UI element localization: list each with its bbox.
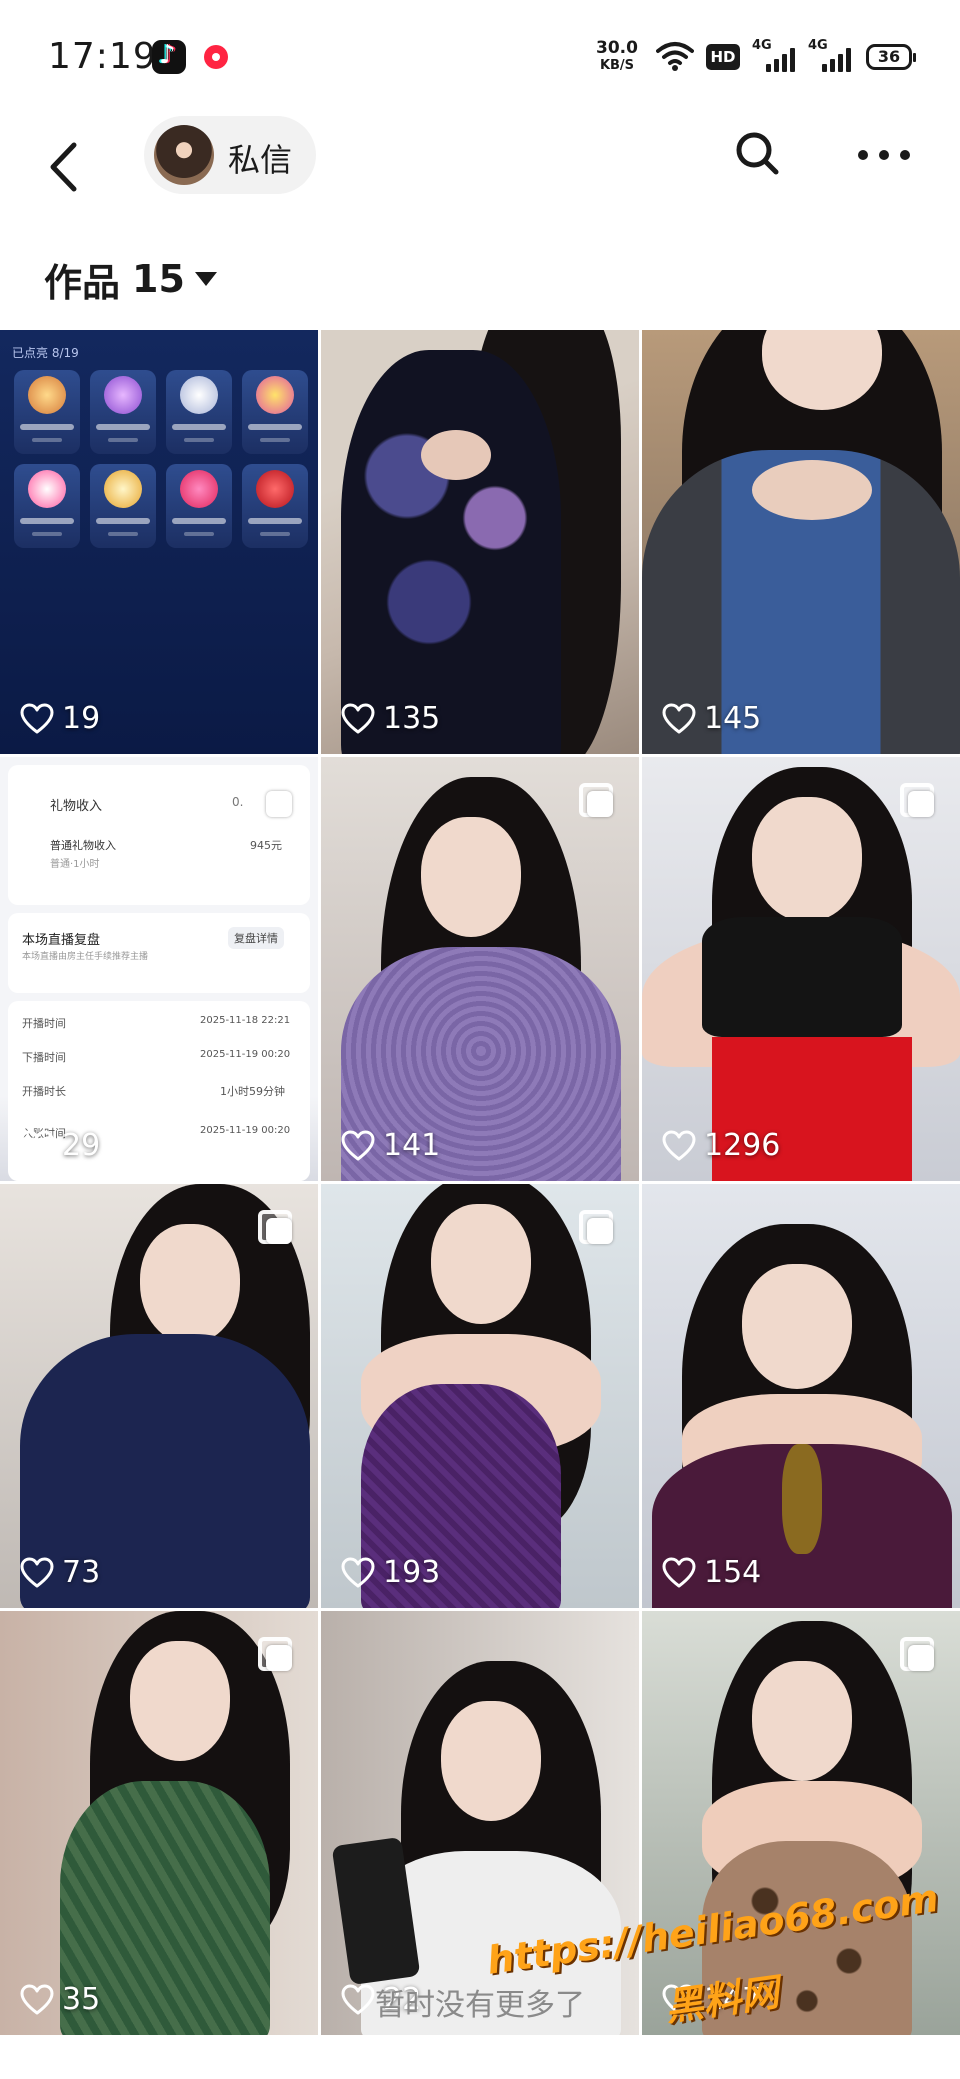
stats-row-label: 普通礼物收入: [50, 839, 116, 852]
like-count-row: 29: [20, 1128, 100, 1163]
like-count-row: 154: [662, 1555, 761, 1590]
multi-image-icon: [900, 1637, 936, 1673]
signal-icon: 4G: [808, 38, 852, 72]
gift-card: [166, 464, 232, 548]
stats-start-label: 开播时间: [22, 1017, 66, 1030]
status-time: 17:19: [48, 36, 157, 77]
stats-duration-label: 开播时长: [22, 1085, 66, 1098]
like-count-row: 145: [662, 701, 761, 736]
direct-message-button[interactable]: 私信: [144, 116, 316, 194]
video-tile[interactable]: 73: [0, 1184, 318, 1608]
stats-review-title: 本场直播复盘: [22, 933, 101, 948]
watermark-name: 黑料网: [662, 1969, 782, 2030]
heart-icon: [20, 1557, 54, 1587]
like-count: 29: [62, 1128, 101, 1163]
stats-enter-value: 2025-11-19 00:20: [200, 1125, 291, 1136]
stats-title-side: 0.: [232, 795, 244, 809]
like-count-row: 1296: [662, 1128, 780, 1163]
video-tile[interactable]: 193: [321, 1184, 639, 1608]
gift-card: [90, 464, 156, 548]
status-bar: 17:19 30.0 KB/S HD 4G 4G 36: [0, 0, 960, 112]
wifi-icon: [656, 42, 694, 71]
signal-icon: 4G: [752, 38, 796, 72]
battery-icon: 36: [866, 44, 916, 70]
gift-grid: [14, 370, 310, 548]
like-count-row: 141: [341, 1128, 440, 1163]
tiktok-icon: [152, 40, 186, 74]
video-tile[interactable]: 35: [0, 1611, 318, 2035]
stats-review-button: 复盘详情: [228, 927, 284, 949]
hd-voice-icon: HD: [706, 44, 740, 70]
stats-row-value: 945元: [250, 839, 282, 852]
stats-review-sub: 本场直播由房主任手续推荐主播: [22, 952, 149, 962]
video-tile[interactable]: 154: [642, 1184, 960, 1608]
video-tile[interactable]: 礼物收入 0. 普通礼物收入 945元 普通·1小时 本场直播复盘 本场直播由房…: [0, 757, 318, 1181]
heart-icon: [341, 1130, 375, 1160]
video-tile[interactable]: 145: [642, 330, 960, 754]
works-count: 15: [132, 257, 185, 301]
multi-image-icon: [258, 783, 294, 819]
heart-icon: [341, 703, 375, 733]
more-options-button[interactable]: [852, 126, 916, 182]
heart-icon: [20, 703, 54, 733]
stats-start-value: 2025-11-18 22:21: [200, 1015, 291, 1026]
red-circle-app-icon: [200, 40, 234, 74]
search-button[interactable]: [730, 126, 786, 182]
works-grid: 已点亮 8/19 19 135 145 礼物收入 0. 普通礼物收入 945元 …: [0, 330, 960, 2035]
video-tile[interactable]: 141: [321, 757, 639, 1181]
like-count-row: 135: [341, 701, 440, 736]
works-filter-dropdown[interactable]: 作品 15: [44, 252, 217, 306]
like-count-row: 73: [20, 1555, 100, 1590]
chevron-left-icon: [50, 142, 77, 192]
gift-collection-header: 已点亮 8/19: [12, 346, 79, 360]
like-count-row: 193: [341, 1555, 440, 1590]
back-button[interactable]: [40, 130, 94, 202]
multi-image-icon: [579, 1210, 615, 1246]
stats-row-sub: 普通·1小时: [50, 859, 100, 870]
like-count: 1296: [704, 1128, 781, 1163]
video-tile[interactable]: 135: [321, 330, 639, 754]
stats-end-value: 2025-11-19 00:20: [200, 1049, 291, 1060]
works-label: 作品: [44, 260, 121, 305]
like-count: 19: [62, 701, 101, 736]
network-speed: 30.0 KB/S: [592, 40, 642, 74]
video-tile[interactable]: 已点亮 8/19 19: [0, 330, 318, 754]
video-tile[interactable]: 1296: [642, 757, 960, 1181]
like-count: 135: [383, 701, 441, 736]
heart-icon: [662, 1557, 696, 1587]
like-count: 141: [383, 1128, 441, 1163]
direct-message-label: 私信: [228, 141, 293, 179]
like-count: 154: [704, 1555, 762, 1590]
stats-title: 礼物收入: [50, 799, 103, 814]
profile-header: 私信: [0, 112, 960, 248]
heart-icon: [20, 1130, 54, 1160]
multi-image-icon: [900, 783, 936, 819]
gift-card: [242, 370, 308, 454]
search-icon: [736, 132, 779, 175]
gift-card: [90, 370, 156, 454]
heart-icon: [662, 703, 696, 733]
like-count: 193: [383, 1555, 441, 1590]
gift-card: [242, 464, 308, 548]
gift-card: [14, 370, 80, 454]
stats-end-label: 下播时间: [22, 1051, 66, 1064]
multi-image-icon: [258, 1637, 294, 1673]
gift-card: [166, 370, 232, 454]
like-count: 73: [62, 1555, 101, 1590]
like-count: 145: [704, 701, 762, 736]
like-count-row: 19: [20, 701, 100, 736]
gift-card: [14, 464, 80, 548]
heart-icon: [341, 1557, 375, 1587]
network-speed-unit: KB/S: [599, 58, 635, 73]
caret-down-icon: [194, 272, 217, 286]
heart-icon: [662, 1130, 696, 1160]
avatar: [154, 125, 214, 185]
multi-image-icon: [579, 783, 615, 819]
stats-duration-value: 1小时59分钟: [220, 1085, 285, 1098]
multi-image-icon: [258, 1210, 294, 1246]
network-speed-value: 30.0: [596, 38, 638, 58]
